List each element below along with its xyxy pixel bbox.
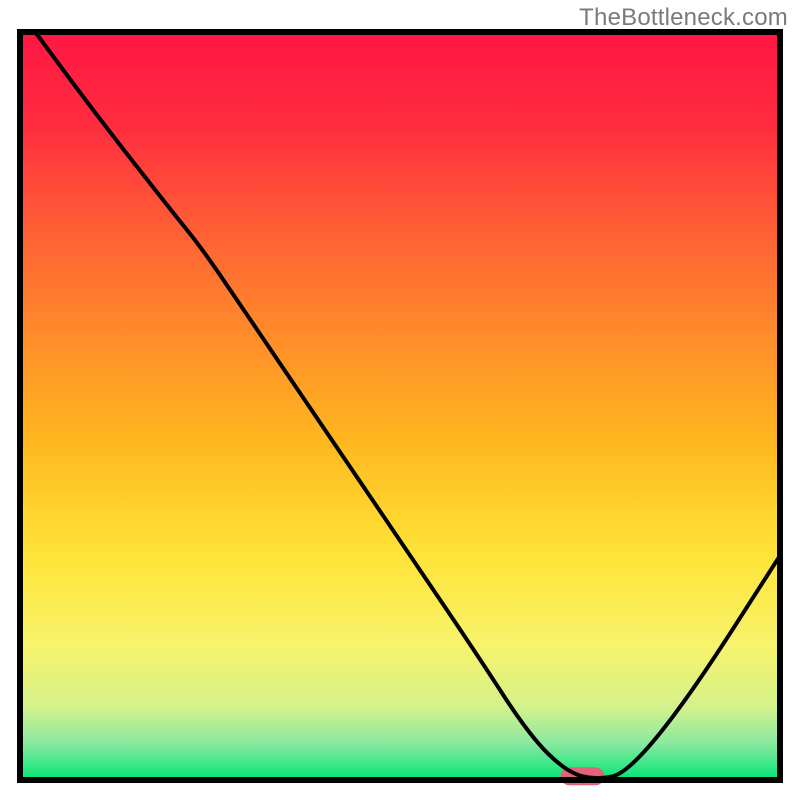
chart-container: TheBottleneck.com <box>0 0 800 800</box>
gradient-background <box>20 32 780 780</box>
watermark-text: TheBottleneck.com <box>579 4 788 32</box>
bottleneck-chart <box>0 0 800 800</box>
